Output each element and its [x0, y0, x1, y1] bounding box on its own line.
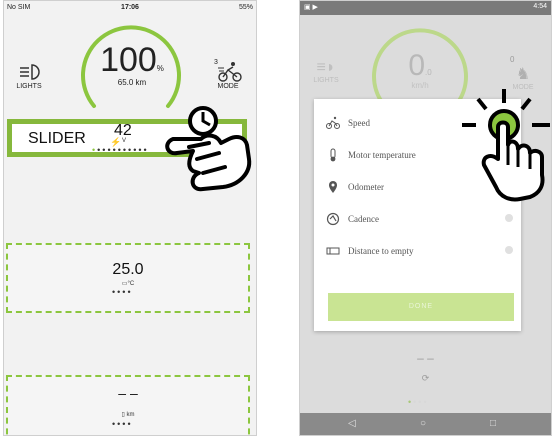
range-card-value: – –	[118, 385, 138, 401]
temperature-card[interactable]: 25.0 ▭°C ••••	[6, 243, 250, 313]
range-unit: km	[126, 412, 135, 418]
bicycle-icon	[326, 116, 340, 129]
time-text: 17:06	[121, 4, 139, 11]
thermometer-icon	[330, 148, 336, 162]
bicycle-icon: ♞	[515, 66, 531, 83]
battery-range-icon	[326, 247, 340, 255]
page-indicator[interactable]: ••••	[408, 397, 429, 407]
cadence-icon	[326, 212, 340, 226]
location-pin-icon	[329, 181, 337, 193]
tap-hand-icon	[462, 89, 550, 202]
home-icon[interactable]: ○	[420, 418, 426, 429]
mode-button[interactable]: 0 ♞ MODE	[506, 55, 540, 91]
speed-unit: .0	[425, 68, 432, 77]
slider-unit: V	[122, 138, 127, 144]
range-unit-row: ▯ km	[8, 411, 248, 418]
battery-text: 55%	[238, 4, 253, 11]
option-label: Speed	[348, 118, 370, 128]
cadence-icon: ⟳	[421, 373, 430, 383]
mode-label: MODE	[217, 83, 239, 90]
range-value: 65.0 km	[117, 78, 147, 87]
long-press-hand-icon	[165, 106, 252, 192]
left-phone-screen: No SIM 17:06 55% 100% 65.0 km LIGHTS 3 M…	[3, 0, 257, 436]
speed-display: 100% 65.0 km	[82, 41, 182, 87]
mode-number: 0	[510, 55, 515, 64]
slider-label: SLIDER	[28, 130, 86, 147]
range-card[interactable]: – – ▯ km ••••	[6, 375, 250, 435]
lights-label: LIGHTS	[313, 77, 339, 84]
option-label: Distance to empty	[348, 246, 414, 256]
option-label: Cadence	[348, 214, 379, 224]
headlight-icon: ≡◗	[316, 59, 336, 76]
temperature-value: 25.0	[112, 261, 144, 278]
bottom-value: – –	[417, 351, 434, 365]
option-label: Odometer	[348, 182, 384, 192]
temperature-unit-row: ▭°C	[8, 280, 248, 287]
back-icon[interactable]: ◁	[348, 418, 356, 429]
status-time: 4:54	[533, 3, 547, 10]
lights-button[interactable]: ≡◗ LIGHTS	[310, 59, 342, 84]
toggle[interactable]	[505, 246, 513, 254]
done-button[interactable]: DONE	[328, 293, 514, 321]
right-phone-screen: ▣ ▶ 4:54 0.0 km/h ≡◗ LIGHTS 0 ♞ MODE Spe…	[299, 0, 552, 436]
card2-page-indicator[interactable]: ••••	[112, 419, 133, 429]
android-navigation-bar: ◁ ○ □	[300, 413, 551, 435]
speed-unit: %	[156, 64, 164, 73]
notification-icons: ▣ ▶	[304, 4, 318, 11]
page-indicator[interactable]: •••••••••••	[92, 145, 149, 155]
speed-sub: km/h	[411, 81, 429, 90]
mode-button[interactable]: 3 MODE	[212, 59, 244, 90]
lights-button[interactable]: LIGHTS	[14, 63, 44, 90]
speed-display-faded: 0.0 km/h	[370, 49, 470, 90]
recents-icon[interactable]: □	[490, 418, 496, 429]
option-label: Motor temperature	[348, 150, 416, 160]
lights-label: LIGHTS	[16, 83, 42, 90]
bicycle-icon	[218, 62, 242, 82]
option-distance-to-empty[interactable]: Distance to empty	[314, 235, 521, 267]
battery-range-icon: ▯	[121, 412, 125, 418]
android-status-bar: ▣ ▶ 4:54	[300, 1, 551, 15]
speed-value: 0	[408, 49, 425, 82]
speed-value: 100	[100, 41, 157, 79]
headlight-icon	[20, 64, 40, 80]
card1-page-indicator[interactable]: ••••	[112, 287, 133, 297]
